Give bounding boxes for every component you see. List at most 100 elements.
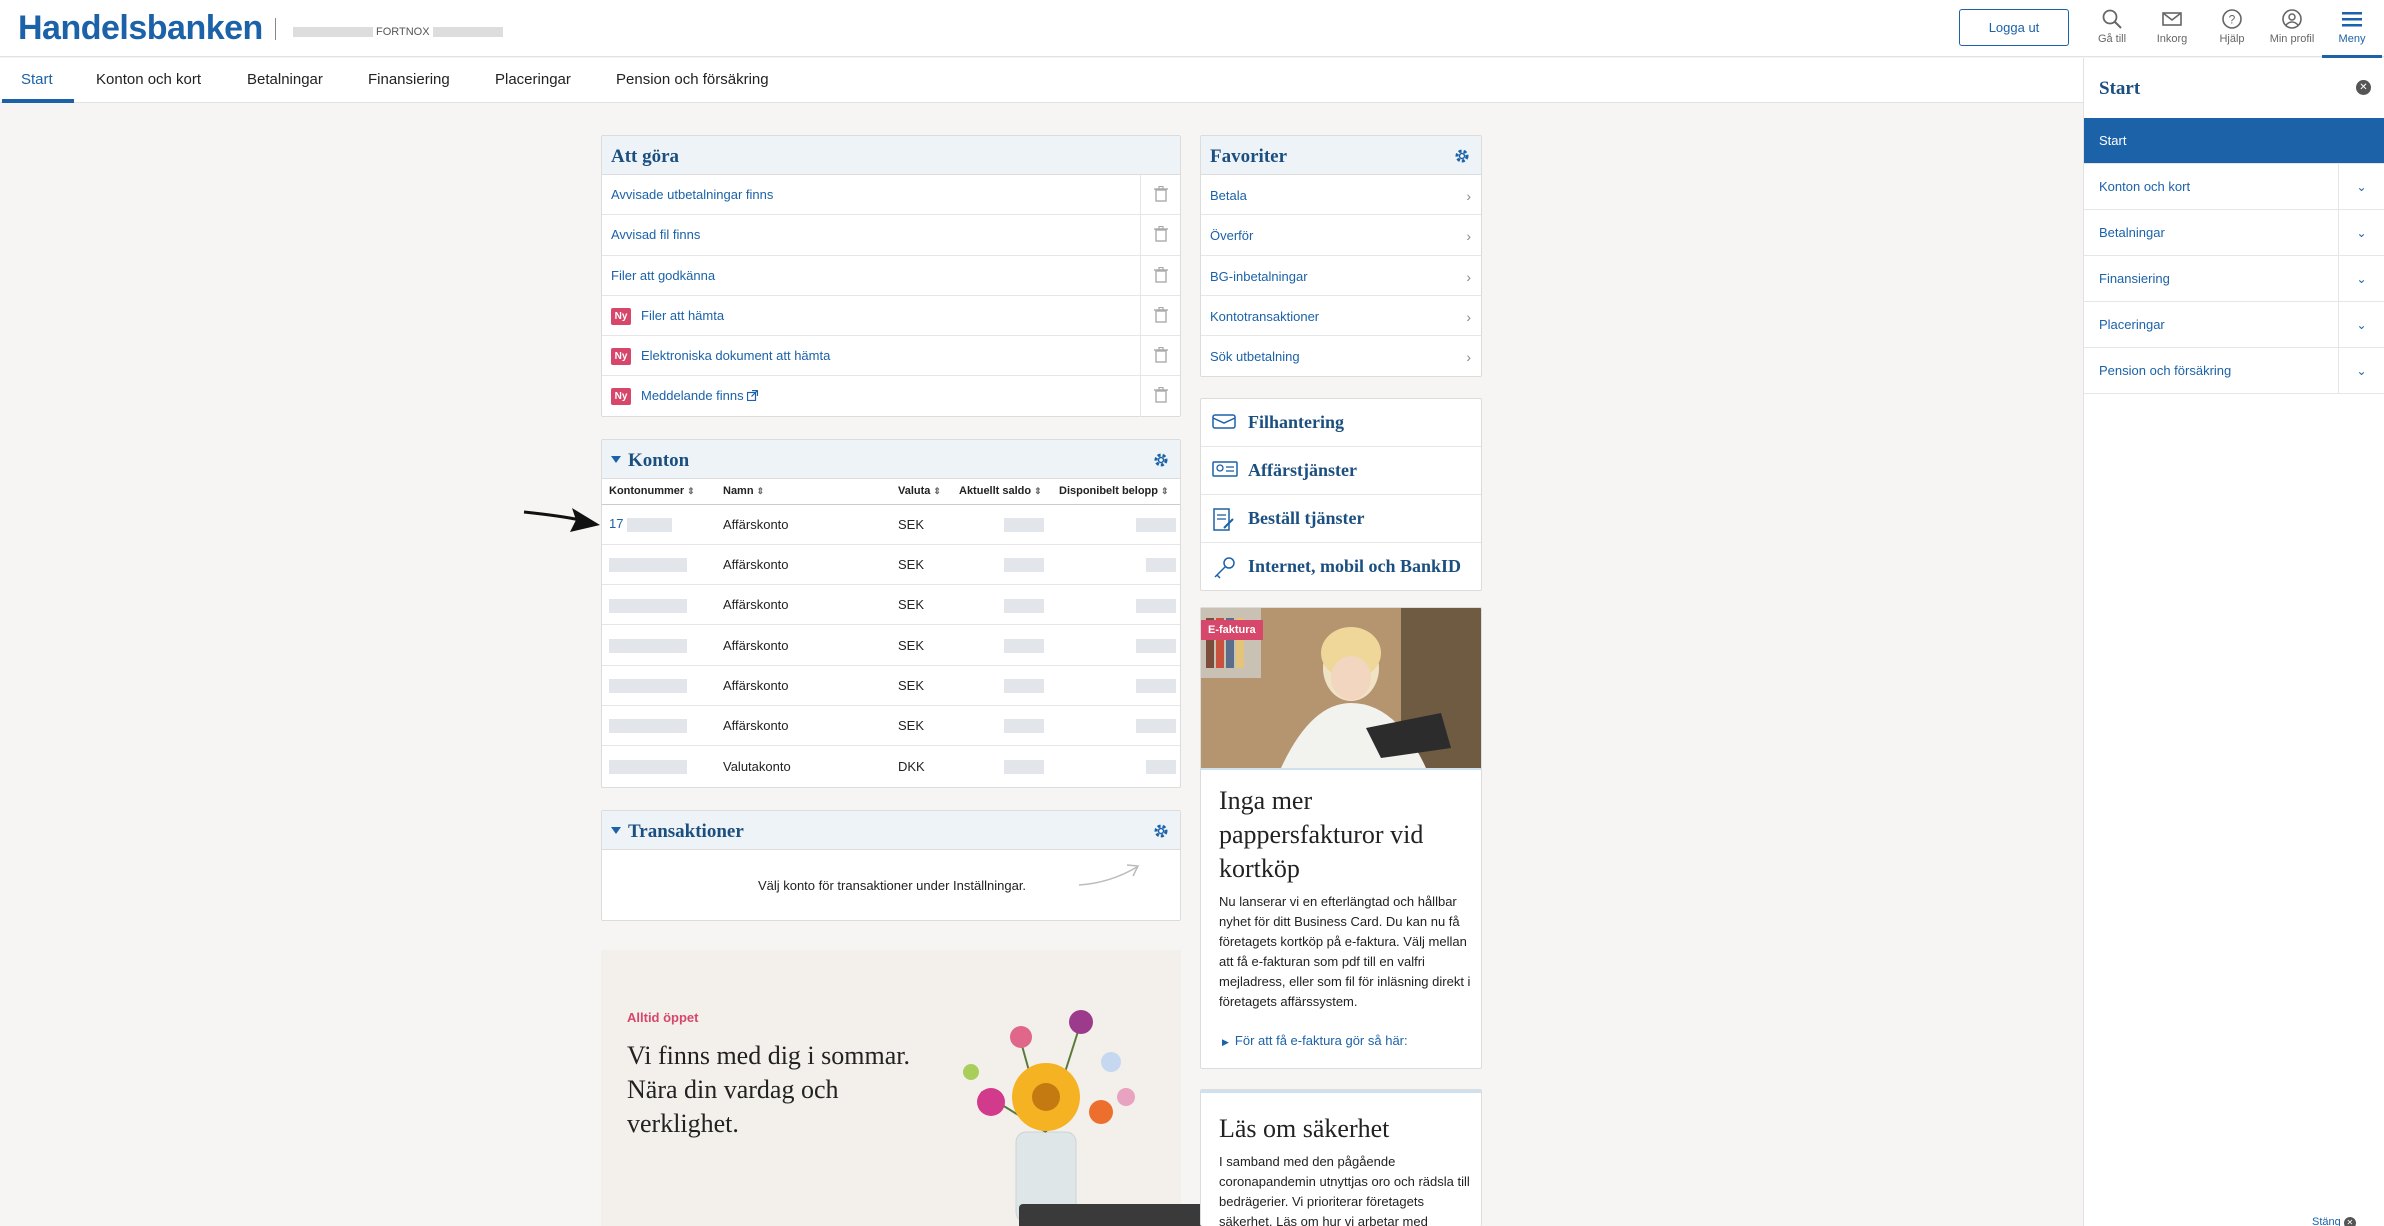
account-number-cell[interactable]: 17 xyxy=(602,504,716,545)
todo-item-label[interactable]: Meddelande finns xyxy=(641,388,759,403)
side-close-link[interactable]: Stäng ✕ xyxy=(2312,1216,2356,1226)
efaktura-link[interactable]: ▶ För att få e-faktura gör så här: xyxy=(1222,1033,1408,1048)
table-row[interactable]: Affärskonto SEK xyxy=(602,584,1180,626)
column-aktuellt-saldo[interactable]: Aktuellt saldo ⇕ xyxy=(952,479,1052,505)
side-item-placeringar[interactable]: Placeringar ⌄ xyxy=(2084,302,2384,348)
todo-item[interactable]: Filer att godkänna xyxy=(602,255,1180,296)
side-item-start[interactable]: Start xyxy=(2084,118,2384,164)
todo-item[interactable]: Avvisad fil finns xyxy=(602,215,1180,256)
tab-start[interactable]: Start xyxy=(21,71,53,88)
inbox-tool[interactable]: Inkorg xyxy=(2142,6,2202,45)
brand-logo[interactable]: Handelsbanken xyxy=(18,9,263,48)
todo-item[interactable]: Ny Elektroniska dokument att hämta xyxy=(602,336,1180,377)
service-item[interactable]: Internet, mobil och BankID xyxy=(1201,543,1481,591)
todo-item-label[interactable]: Elektroniska dokument att hämta xyxy=(641,348,830,363)
column-label: Disponibelt belopp xyxy=(1059,485,1158,498)
table-row[interactable]: Affärskonto SEK xyxy=(602,624,1180,666)
table-row[interactable]: 17 Affärskonto SEK xyxy=(602,504,1180,545)
chevron-down-icon[interactable]: ⌄ xyxy=(2338,256,2384,302)
tab-pension-och-forsakring[interactable]: Pension och försäkring xyxy=(616,71,769,88)
side-item-pension-och-forsakring[interactable]: Pension och försäkring ⌄ xyxy=(2084,348,2384,394)
help-tool[interactable]: ? Hjälp xyxy=(2202,6,2262,45)
tab-konton-och-kort[interactable]: Konton och kort xyxy=(96,71,201,88)
favorite-item[interactable]: Överför › xyxy=(1201,215,1481,256)
favorite-item[interactable]: BG-inbetalningar › xyxy=(1201,256,1481,296)
tab-betalningar[interactable]: Betalningar xyxy=(247,71,323,88)
account-number-cell[interactable] xyxy=(602,584,716,626)
table-row[interactable]: Affärskonto SEK xyxy=(602,544,1180,586)
favorite-label[interactable]: Överför xyxy=(1210,228,1253,243)
accounts-title: Konton xyxy=(628,450,690,471)
delete-button[interactable] xyxy=(1140,336,1180,376)
favorite-label[interactable]: BG-inbetalningar xyxy=(1210,269,1308,284)
redacted-text xyxy=(1146,558,1176,573)
close-icon[interactable]: ✕ xyxy=(2356,80,2371,95)
chevron-down-icon[interactable]: ⌄ xyxy=(2338,348,2384,394)
account-number-cell[interactable] xyxy=(602,746,716,786)
account-number-cell[interactable] xyxy=(602,544,716,586)
account-currency: SEK xyxy=(891,504,952,545)
chevron-down-icon[interactable]: ⌄ xyxy=(2338,164,2384,210)
todo-item-label[interactable]: Avvisad fil finns xyxy=(611,227,700,242)
column-valuta[interactable]: Valuta ⇕ xyxy=(891,479,952,505)
column-kontonummer[interactable]: Kontonummer ⇕ xyxy=(602,479,716,505)
logout-button[interactable]: Logga ut xyxy=(1959,9,2069,46)
delete-button[interactable] xyxy=(1140,295,1180,336)
delete-button[interactable] xyxy=(1140,175,1180,215)
delete-button[interactable] xyxy=(1140,215,1180,255)
account-number-cell[interactable] xyxy=(602,665,716,706)
todo-item[interactable]: Ny Meddelande finns xyxy=(602,376,1180,417)
service-item[interactable]: Affärstjänster xyxy=(1201,447,1481,495)
service-item[interactable]: Filhantering xyxy=(1201,399,1481,447)
available-amount xyxy=(1052,705,1180,747)
gear-icon[interactable] xyxy=(1152,451,1170,469)
side-item-finansiering[interactable]: Finansiering ⌄ xyxy=(2084,256,2384,302)
account-number-cell[interactable] xyxy=(602,705,716,747)
service-item[interactable]: Beställ tjänster xyxy=(1201,495,1481,543)
delete-button[interactable] xyxy=(1140,376,1180,417)
side-item-betalningar[interactable]: Betalningar ⌄ xyxy=(2084,210,2384,256)
account-number-link[interactable]: 17 xyxy=(609,516,623,531)
promo-title: Vi finns med dig i sommar. Nära din vard… xyxy=(627,1041,910,1138)
table-row[interactable]: Affärskonto SEK xyxy=(602,665,1180,706)
column-disponibelt-belopp[interactable]: Disponibelt belopp ⇕ xyxy=(1052,479,1180,505)
service-label[interactable]: Affärstjänster xyxy=(1248,460,1357,481)
todo-item-label[interactable]: Avvisade utbetalningar finns xyxy=(611,187,773,202)
service-label[interactable]: Filhantering xyxy=(1248,412,1344,433)
gear-icon[interactable] xyxy=(1453,147,1471,165)
service-label[interactable]: Beställ tjänster xyxy=(1248,508,1364,529)
redacted-text xyxy=(1136,598,1176,613)
gear-icon[interactable] xyxy=(1152,822,1170,840)
redacted-text xyxy=(1004,719,1044,734)
favorite-label[interactable]: Sök utbetalning xyxy=(1210,349,1300,364)
collapse-triangle-icon[interactable] xyxy=(610,826,622,836)
menu-tool[interactable]: Meny xyxy=(2322,6,2382,58)
table-row[interactable]: Valutakonto DKK xyxy=(602,746,1180,786)
todo-item-label[interactable]: Filer att godkänna xyxy=(611,268,715,283)
collapse-triangle-icon[interactable] xyxy=(610,455,622,465)
trash-icon xyxy=(1154,306,1168,323)
favorite-item[interactable]: Betala › xyxy=(1201,175,1481,216)
goto-tool[interactable]: Gå till xyxy=(2082,6,2142,45)
chevron-down-icon[interactable]: ⌄ xyxy=(2338,302,2384,348)
todo-item[interactable]: Ny Filer att hämta xyxy=(602,295,1180,337)
todo-item[interactable]: Avvisade utbetalningar finns xyxy=(602,175,1180,216)
delete-button[interactable] xyxy=(1140,255,1180,295)
favorite-label[interactable]: Betala xyxy=(1210,188,1247,203)
redacted-text xyxy=(1004,558,1044,573)
favorite-item[interactable]: Sök utbetalning › xyxy=(1201,336,1481,376)
table-row[interactable]: Affärskonto SEK xyxy=(602,705,1180,747)
account-currency: DKK xyxy=(898,758,925,774)
pointer-arrow-icon xyxy=(523,508,600,532)
profile-tool[interactable]: Min profil xyxy=(2262,6,2322,45)
chevron-down-icon[interactable]: ⌄ xyxy=(2338,210,2384,256)
side-item-konton-och-kort[interactable]: Konton och kort ⌄ xyxy=(2084,164,2384,210)
account-number-cell[interactable] xyxy=(602,624,716,666)
favorite-label[interactable]: Kontotransaktioner xyxy=(1210,309,1319,324)
favorite-item[interactable]: Kontotransaktioner › xyxy=(1201,296,1481,337)
tab-finansiering[interactable]: Finansiering xyxy=(368,71,450,88)
todo-item-label[interactable]: Filer att hämta xyxy=(641,308,724,323)
column-namn[interactable]: Namn ⇕ xyxy=(716,479,891,505)
service-label[interactable]: Internet, mobil och BankID xyxy=(1248,556,1461,577)
tab-placeringar[interactable]: Placeringar xyxy=(495,71,571,88)
